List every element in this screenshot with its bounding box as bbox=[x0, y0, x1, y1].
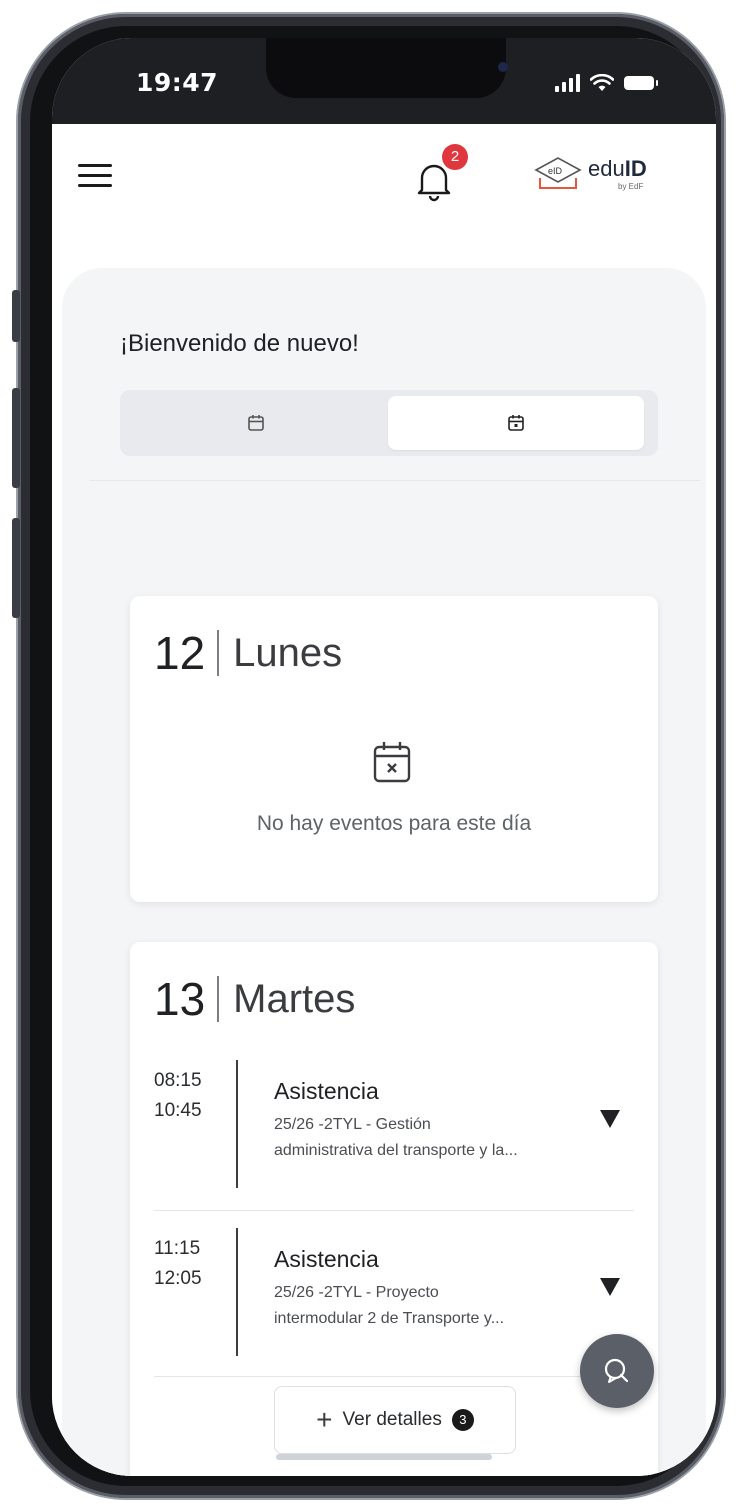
view-details-label: Ver detalles bbox=[342, 1409, 442, 1430]
eid-logo-icon: eID bbox=[534, 157, 582, 189]
chat-bubble-icon bbox=[604, 1358, 629, 1383]
event-item[interactable]: 08:15 10:45 Asistencia 25/26 -2TYL - Ges… bbox=[154, 1052, 634, 1202]
tab-day-view[interactable] bbox=[388, 396, 644, 450]
day-header: 12 Lunes bbox=[154, 626, 342, 680]
main-content: ¡Bienvenido de nuevo! 12 Lunes No hay ev… bbox=[52, 234, 716, 1476]
day-name: Lunes bbox=[233, 630, 343, 675]
empty-events-text: No hay eventos para este día bbox=[256, 812, 532, 835]
signal-icon bbox=[555, 74, 580, 92]
eduid-logo[interactable]: eID eduID by EdF bbox=[532, 154, 662, 204]
camera-icon bbox=[498, 62, 508, 72]
mute-switch bbox=[12, 290, 20, 342]
wifi-icon bbox=[590, 74, 614, 91]
status-time: 19:47 bbox=[136, 68, 219, 97]
event-end-time: 12:05 bbox=[154, 1268, 202, 1289]
notification-badge: 2 bbox=[442, 144, 468, 170]
logo-subtitle: by EdF bbox=[618, 182, 644, 191]
details-count-badge: 3 bbox=[451, 1409, 474, 1431]
day-divider bbox=[217, 630, 220, 676]
chat-button[interactable] bbox=[580, 1334, 654, 1408]
day-number: 12 bbox=[154, 627, 206, 679]
status-bar: 19:47 bbox=[52, 38, 716, 124]
status-icons bbox=[555, 74, 658, 92]
event-title: Asistencia bbox=[274, 1078, 379, 1104]
event-times: 11:15 12:05 bbox=[154, 1234, 202, 1294]
event-title: Asistencia bbox=[274, 1246, 379, 1272]
calendar-x-icon bbox=[373, 742, 411, 783]
event-separator bbox=[154, 1376, 634, 1377]
welcome-title: ¡Bienvenido de nuevo! bbox=[120, 330, 359, 357]
day-number: 13 bbox=[154, 973, 206, 1025]
event-timeline-rule bbox=[236, 1060, 238, 1188]
agenda-panel: ¡Bienvenido de nuevo! 12 Lunes No hay ev… bbox=[62, 268, 706, 1476]
home-indicator bbox=[276, 1454, 492, 1460]
event-description: 25/26 -2TYL - Gestión administrativa del… bbox=[274, 1116, 518, 1159]
volume-up-button bbox=[12, 388, 20, 488]
expand-arrow-icon[interactable] bbox=[600, 1278, 620, 1296]
day-card-tuesday: 13 Martes 08:15 10:45 Asistencia 25/26 -… bbox=[130, 942, 658, 1476]
tab-week-view[interactable] bbox=[126, 396, 386, 450]
plus-icon: + bbox=[316, 1404, 333, 1435]
expand-arrow-icon[interactable] bbox=[600, 1110, 620, 1128]
hamburger-menu-icon[interactable] bbox=[78, 164, 112, 188]
event-item[interactable]: 11:15 12:05 Asistencia 25/26 -2TYL - Pro… bbox=[154, 1220, 634, 1370]
event-end-time: 10:45 bbox=[154, 1100, 202, 1121]
day-divider bbox=[217, 976, 220, 1022]
day-card-monday: 12 Lunes No hay eventos para este día bbox=[130, 596, 658, 902]
section-divider bbox=[90, 480, 700, 481]
volume-down-button bbox=[12, 518, 20, 618]
logo-mark-text: eID bbox=[548, 166, 563, 176]
view-details-button[interactable]: + Ver detalles 3 bbox=[274, 1386, 516, 1454]
view-toggle bbox=[120, 390, 658, 456]
app-header: 2 eID eduID by EdF bbox=[52, 124, 716, 234]
day-header: 13 Martes bbox=[154, 972, 355, 1026]
event-start-time: 08:15 bbox=[154, 1070, 202, 1091]
event-times: 08:15 10:45 bbox=[154, 1066, 202, 1126]
phone-screen: 19:47 2 eID eduID by EdF ¡Bienvenido de … bbox=[52, 38, 716, 1476]
calendar-day-icon bbox=[508, 415, 524, 431]
event-description: 25/26 -2TYL - Proyecto intermodular 2 de… bbox=[274, 1284, 505, 1327]
event-timeline-rule bbox=[236, 1228, 238, 1356]
event-start-time: 11:15 bbox=[154, 1238, 201, 1259]
logo-text: eduID bbox=[588, 156, 647, 181]
notch bbox=[266, 38, 508, 98]
battery-icon bbox=[624, 76, 658, 90]
event-separator bbox=[154, 1210, 634, 1211]
day-name: Martes bbox=[233, 976, 356, 1021]
calendar-week-icon bbox=[248, 415, 264, 431]
